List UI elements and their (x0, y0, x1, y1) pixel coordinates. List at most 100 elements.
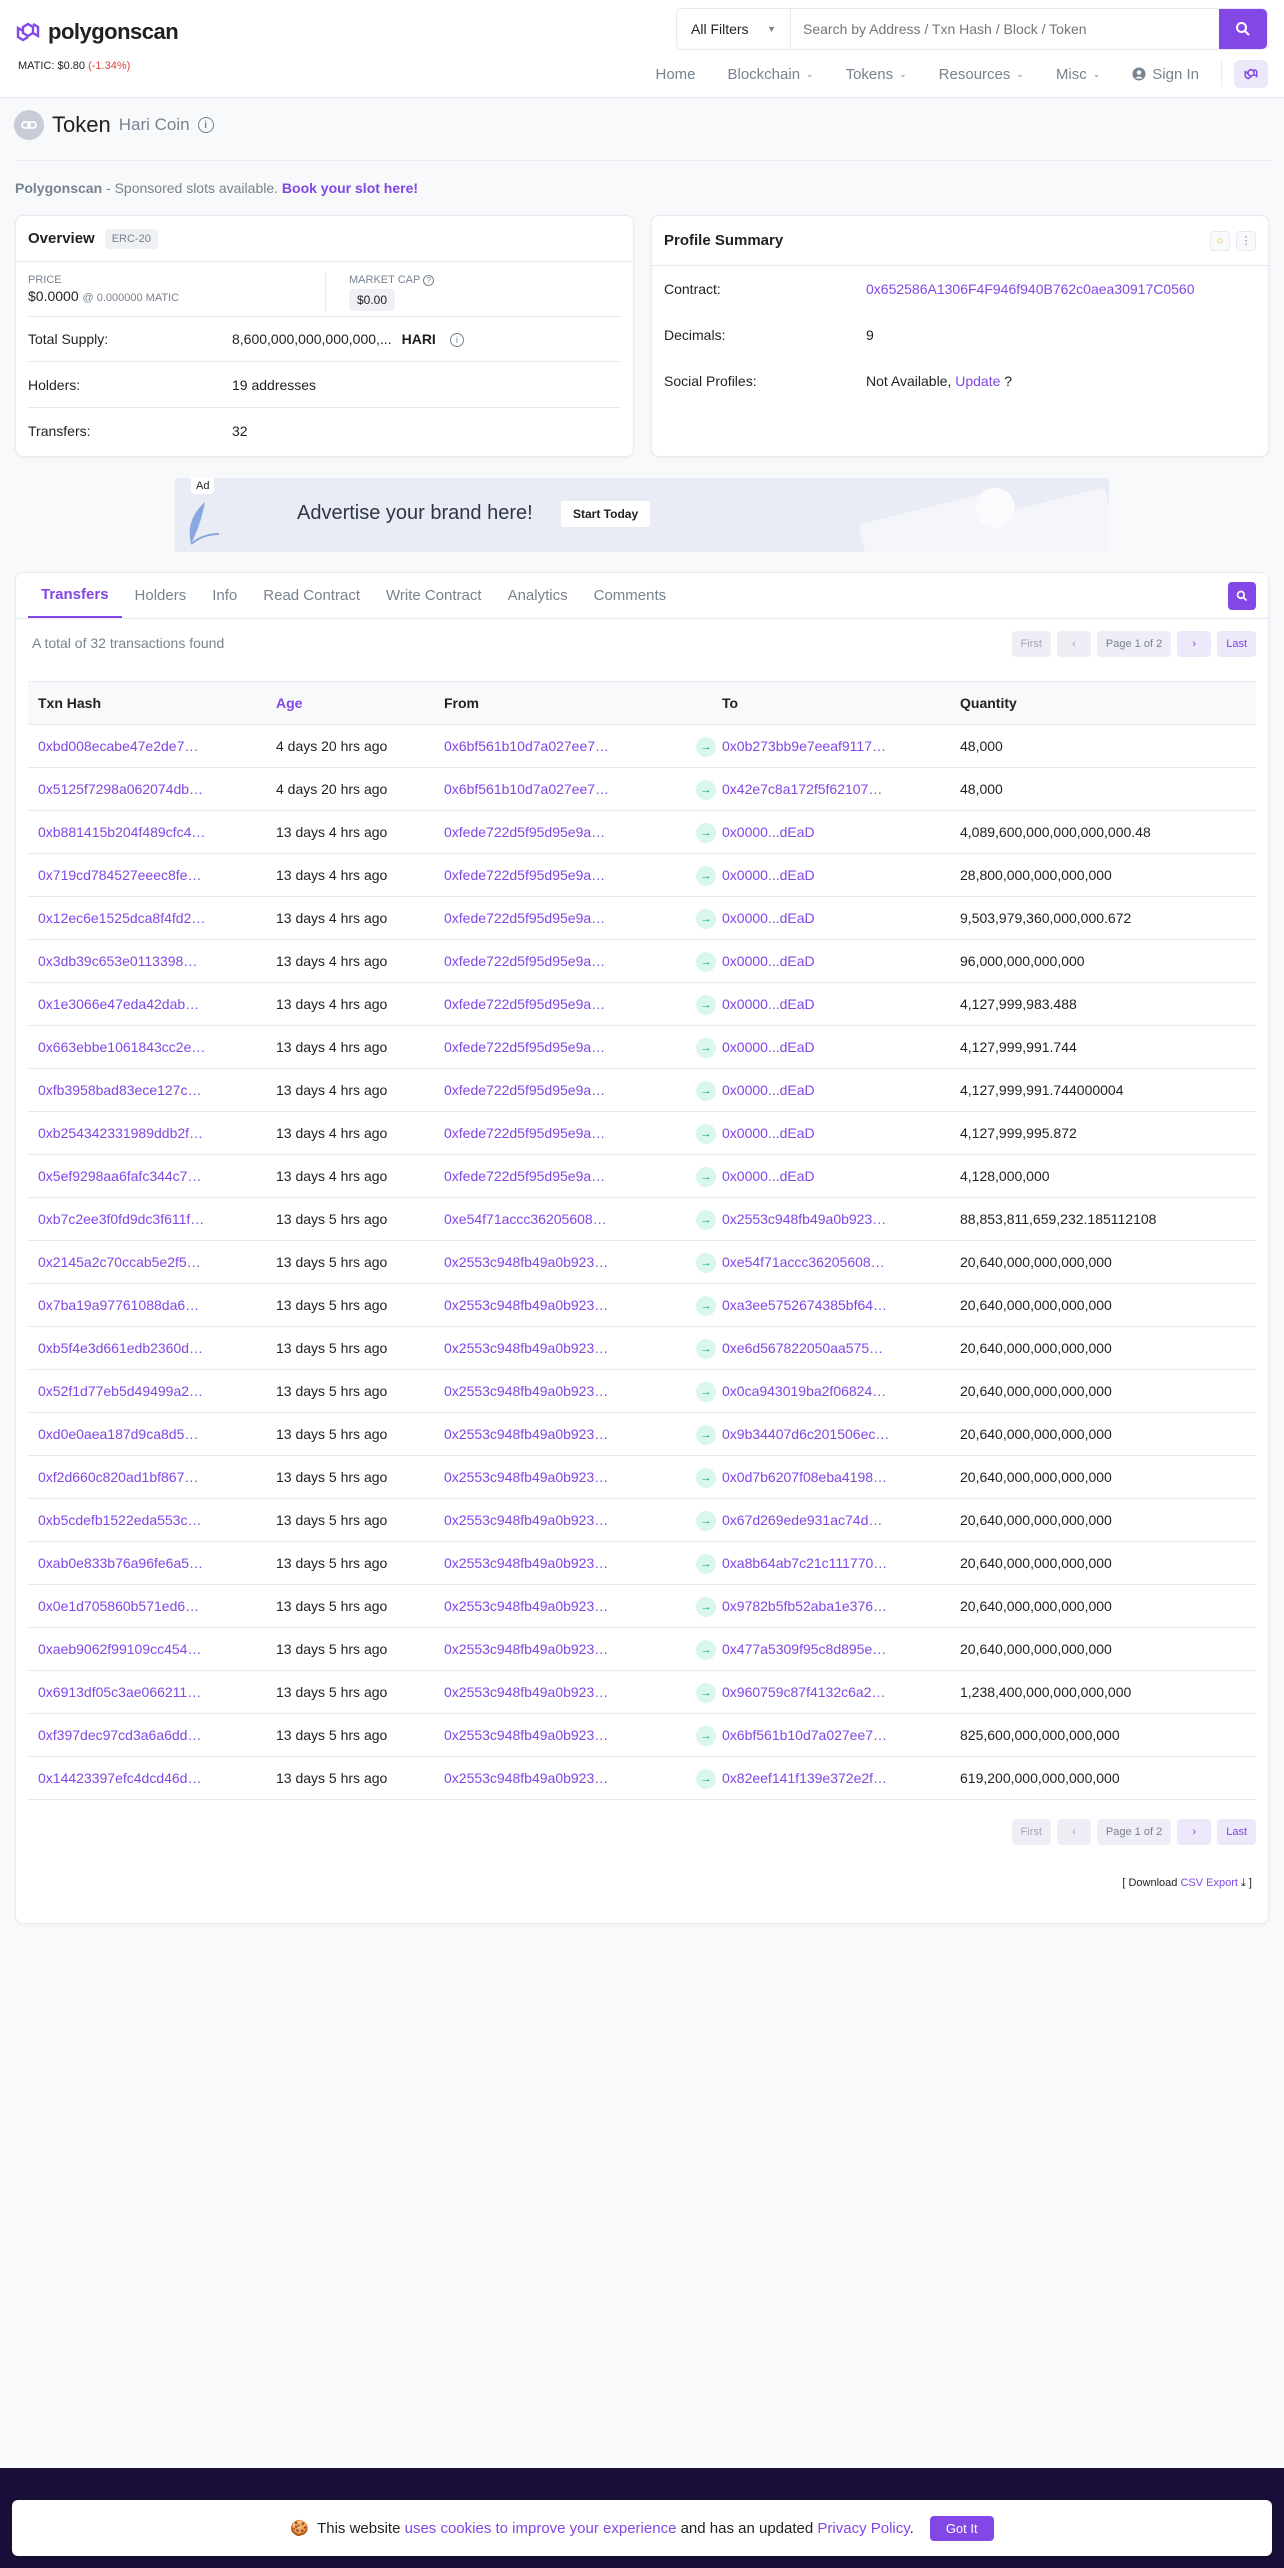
from-address-link[interactable]: 0xfede722d5f95d95e9a… (444, 1168, 605, 1184)
from-address-link[interactable]: 0x2553c948fb49a0b923… (444, 1469, 608, 1485)
to-address-link[interactable]: 0x0000...dEaD (722, 1039, 815, 1055)
from-address-link[interactable]: 0x2553c948fb49a0b923… (444, 1340, 608, 1356)
to-address-link[interactable]: 0x67d269ede931ac74d… (722, 1512, 882, 1528)
start-today-button[interactable]: Start Today (561, 501, 651, 527)
txn-hash-link[interactable]: 0xb254342331989ddb2f… (38, 1125, 203, 1141)
txn-hash-link[interactable]: 0x0e1d705860b571ed6… (38, 1598, 199, 1614)
to-address-link[interactable]: 0x0b273bb9e7eeaf9117… (722, 738, 886, 754)
from-address-link[interactable]: 0x6bf561b10d7a027ee7… (444, 781, 609, 797)
from-address-link[interactable]: 0x2553c948fb49a0b923… (444, 1512, 608, 1528)
from-address-link[interactable]: 0x2553c948fb49a0b923… (444, 1426, 608, 1442)
prev-page-button[interactable]: ‹ (1056, 1819, 1091, 1845)
txn-hash-link[interactable]: 0x663ebbe1061843cc2e… (38, 1039, 205, 1055)
search-filter-select[interactable]: All Filters ▼ (677, 9, 791, 49)
search-input[interactable] (791, 9, 1219, 49)
from-address-link[interactable]: 0x6bf561b10d7a027ee7… (444, 738, 609, 754)
to-address-link[interactable]: 0xe6d567822050aa575… (722, 1340, 883, 1356)
info-icon[interactable]: i (197, 117, 214, 133)
txn-hash-link[interactable]: 0xf2d660c820ad1bf867… (38, 1469, 198, 1485)
nav-home[interactable]: Home (639, 60, 711, 88)
to-address-link[interactable]: 0x0000...dEaD (722, 867, 815, 883)
txn-hash-link[interactable]: 0x5ef9298aa6fafc344c7… (38, 1168, 201, 1184)
tab-comments[interactable]: Comments (581, 572, 680, 618)
txn-hash-link[interactable]: 0x52f1d77eb5d49499a2… (38, 1383, 203, 1399)
to-address-link[interactable]: 0x0d7b6207f08eba4198… (722, 1469, 887, 1485)
last-page-button[interactable]: Last (1217, 1819, 1256, 1845)
network-switch-button[interactable] (1234, 60, 1268, 88)
from-address-link[interactable]: 0xfede722d5f95d95e9a… (444, 996, 605, 1012)
nav-sign-in[interactable]: Sign In (1116, 60, 1215, 88)
from-address-link[interactable]: 0x2553c948fb49a0b923… (444, 1641, 608, 1657)
cookies-link[interactable]: uses cookies to improve your experience (405, 2520, 677, 2537)
txn-hash-link[interactable]: 0x6913df05c3ae066211… (38, 1684, 201, 1700)
tab-write-contract[interactable]: Write Contract (373, 572, 495, 618)
txn-hash-link[interactable]: 0xf397dec97cd3a6a6dd… (38, 1727, 201, 1743)
to-address-link[interactable]: 0x0000...dEaD (722, 824, 815, 840)
txn-hash-link[interactable]: 0xaeb9062f99109cc454… (38, 1641, 201, 1657)
from-address-link[interactable]: 0x2553c948fb49a0b923… (444, 1383, 608, 1399)
to-address-link[interactable]: 0x0000...dEaD (722, 1082, 815, 1098)
from-address-link[interactable]: 0xfede722d5f95d95e9a… (444, 824, 605, 840)
update-link[interactable]: Update (955, 373, 1000, 389)
to-address-link[interactable]: 0x0000...dEaD (722, 1125, 815, 1141)
privacy-policy-link[interactable]: Privacy Policy (817, 2520, 909, 2537)
to-address-link[interactable]: 0x0ca943019ba2f06824… (722, 1383, 886, 1399)
txn-hash-link[interactable]: 0xb5cdefb1522eda553c… (38, 1512, 201, 1528)
nav-tokens[interactable]: Tokens ⌄ (830, 60, 923, 88)
book-slot-link[interactable]: Book your slot here! (282, 180, 418, 196)
txn-hash-link[interactable]: 0xd0e0aea187d9ca8d5… (38, 1426, 198, 1442)
col-age[interactable]: Age (276, 695, 302, 711)
question-icon[interactable]: ? (423, 274, 435, 286)
tab-info[interactable]: Info (199, 572, 250, 618)
first-page-button[interactable]: First (1011, 631, 1051, 657)
txn-hash-link[interactable]: 0xb5f4e3d661edb2360d… (38, 1340, 203, 1356)
to-address-link[interactable]: 0x9782b5fb52aba1e376… (722, 1598, 887, 1614)
from-address-link[interactable]: 0xfede722d5f95d95e9a… (444, 1125, 605, 1141)
to-address-link[interactable]: 0x2553c948fb49a0b923… (722, 1211, 886, 1227)
txn-hash-link[interactable]: 0x1e3066e47eda42dab… (38, 996, 199, 1012)
txn-hash-link[interactable]: 0xab0e833b76a96fe6a5… (38, 1555, 203, 1571)
to-address-link[interactable]: 0x0000...dEaD (722, 996, 815, 1012)
to-address-link[interactable]: 0x9b34407d6c201506ec… (722, 1426, 889, 1442)
txn-hash-link[interactable]: 0xfb3958bad83ece127c… (38, 1082, 201, 1098)
from-address-link[interactable]: 0xfede722d5f95d95e9a… (444, 1039, 605, 1055)
contract-address-link[interactable]: 0x652586A1306F4F946f940B762c0aea30917C05… (866, 281, 1195, 297)
csv-export-link[interactable]: CSV Export (1180, 1877, 1237, 1889)
txn-hash-link[interactable]: 0x5125f7298a062074db… (38, 781, 203, 797)
from-address-link[interactable]: 0x2553c948fb49a0b923… (444, 1297, 608, 1313)
from-address-link[interactable]: 0xfede722d5f95d95e9a… (444, 910, 605, 926)
nav-resources[interactable]: Resources ⌄ (923, 60, 1040, 88)
from-address-link[interactable]: 0xfede722d5f95d95e9a… (444, 1082, 605, 1098)
tab-transfers[interactable]: Transfers (28, 572, 122, 618)
to-address-link[interactable]: 0x960759c87f4132c6a2… (722, 1684, 885, 1700)
next-page-button[interactable]: › (1177, 1819, 1212, 1845)
more-options-icon[interactable]: ⋮ (1236, 230, 1256, 251)
txn-hash-link[interactable]: 0x14423397efc4dcd46d… (38, 1770, 201, 1786)
txn-hash-link[interactable]: 0x12ec6e1525dca8f4fd2… (38, 910, 205, 926)
from-address-link[interactable]: 0xfede722d5f95d95e9a… (444, 867, 605, 883)
filter-search-button[interactable] (1228, 582, 1256, 610)
got-it-button[interactable]: Got It (929, 2515, 994, 2541)
ad-banner[interactable]: Ad Advertise your brand here! Start Toda… (175, 478, 1109, 552)
from-address-link[interactable]: 0x2553c948fb49a0b923… (444, 1770, 608, 1786)
to-address-link[interactable]: 0xa3ee5752674385bf64… (722, 1297, 887, 1313)
to-address-link[interactable]: 0x477a5309f95c8d895e… (722, 1641, 886, 1657)
to-address-link[interactable]: 0xe54f71accc36205608… (722, 1254, 885, 1270)
to-address-link[interactable]: 0x0000...dEaD (722, 910, 815, 926)
tab-read-contract[interactable]: Read Contract (250, 572, 373, 618)
from-address-link[interactable]: 0x2553c948fb49a0b923… (444, 1598, 608, 1614)
last-page-button[interactable]: Last (1217, 631, 1256, 657)
txn-hash-link[interactable]: 0x2145a2c70ccab5e2f5… (38, 1254, 201, 1270)
tab-holders[interactable]: Holders (122, 572, 200, 618)
tab-analytics[interactable]: Analytics (495, 572, 581, 618)
from-address-link[interactable]: 0x2553c948fb49a0b923… (444, 1254, 608, 1270)
txn-hash-link[interactable]: 0x3db39c653e0113398… (38, 953, 197, 969)
first-page-button[interactable]: First (1011, 1819, 1051, 1845)
to-address-link[interactable]: 0x82eef141f139e372e2f… (722, 1770, 887, 1786)
from-address-link[interactable]: 0xe54f71accc36205608… (444, 1211, 607, 1227)
to-address-link[interactable]: 0x0000...dEaD (722, 1168, 815, 1184)
to-address-link[interactable]: 0xa8b64ab7c21c111770… (722, 1555, 887, 1571)
prev-page-button[interactable]: ‹ (1056, 631, 1091, 657)
txn-hash-link[interactable]: 0x7ba19a97761088da6… (38, 1297, 199, 1313)
brand-logo[interactable]: polygonscan (14, 18, 179, 46)
